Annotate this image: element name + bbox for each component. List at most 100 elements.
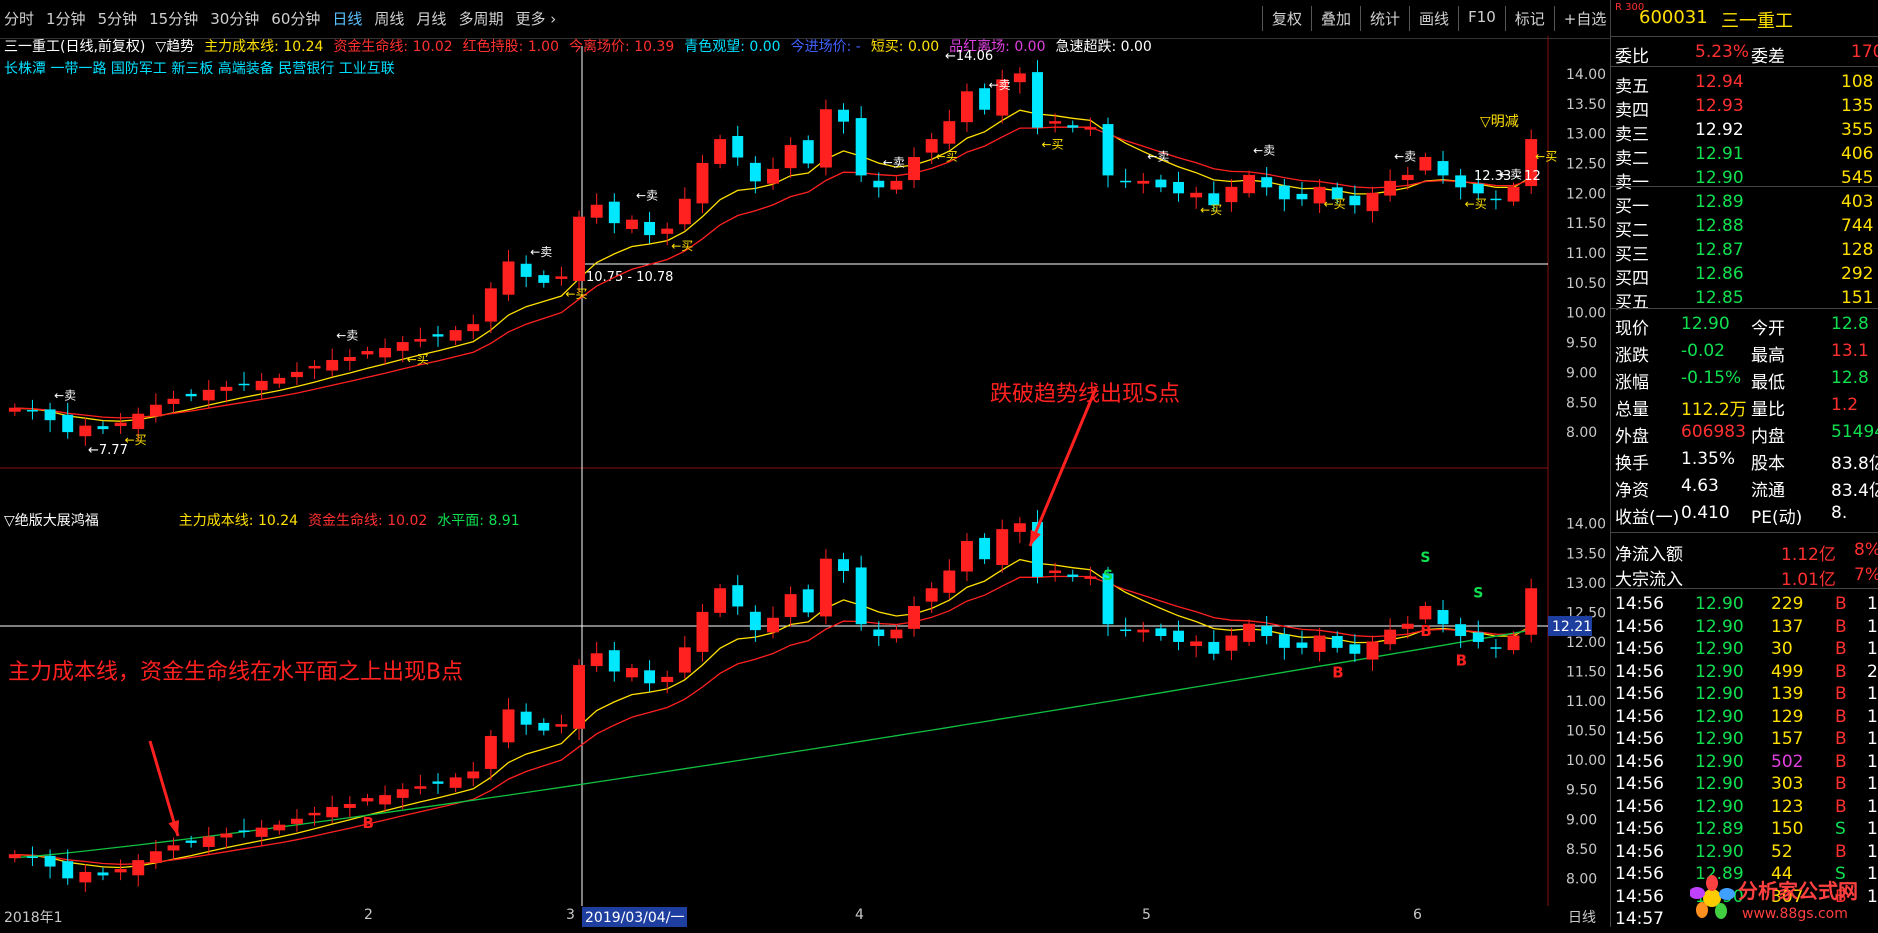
tick-count: 1 — [1867, 774, 1878, 794]
main-axis-tick: 9.00 — [1566, 365, 1597, 381]
candle-body — [149, 404, 162, 417]
tab-7[interactable]: 周线 — [374, 8, 404, 29]
sub-axis-tick: 13.50 — [1566, 546, 1606, 562]
tool-5[interactable]: 标记 — [1504, 6, 1554, 31]
tab-4[interactable]: 30分钟 — [210, 8, 259, 29]
quote-header: R 300 600031 三一重工 — [1611, 0, 1878, 37]
candle-body — [502, 709, 515, 743]
candle-body — [1401, 623, 1414, 629]
stat-value: 1.35% — [1681, 449, 1736, 469]
candle-body — [1296, 642, 1308, 648]
stat-value: 606983 — [1681, 422, 1746, 442]
stat-row: 现价 12.90 今开 12.8 — [1611, 311, 1878, 339]
stat-label: 换手 — [1615, 454, 1649, 474]
ask-price: 12.91 — [1695, 144, 1744, 164]
tick-time: 14:56 — [1615, 639, 1664, 659]
tool-1[interactable]: 叠加 — [1311, 6, 1360, 31]
arrow-b-point-head — [168, 820, 180, 836]
flow-row: 净流入额1.12亿8% — [1611, 537, 1878, 565]
candlestick-chart-area[interactable]: 14.00 13.50 13.00 12.50 12.00 11.50 11.00 10.50… — [0, 36, 1610, 906]
stat-label-2: PE(动) — [1751, 508, 1803, 528]
tick-count: 1 — [1867, 751, 1878, 772]
tick-time: 14:56 — [1615, 706, 1664, 727]
candle-body — [996, 529, 1009, 566]
tab-5[interactable]: 60分钟 — [271, 8, 320, 29]
tab-3[interactable]: 15分钟 — [149, 8, 198, 29]
quote-panel: R 300 600031 三一重工 委比 5.23% 委差 170 卖五12.9… — [1610, 0, 1878, 929]
sell-point-s: S — [1420, 550, 1430, 566]
candle-body — [855, 567, 867, 625]
tab-2[interactable]: 5分钟 — [98, 8, 138, 29]
candle-body — [1525, 588, 1538, 635]
tick-volume: 129 — [1771, 706, 1804, 727]
flow-pct: 8% — [1854, 540, 1878, 560]
tab-8[interactable]: 月线 — [416, 8, 446, 29]
candle-body — [1067, 574, 1079, 577]
stat-value-2: 83.4亿 — [1831, 481, 1878, 501]
candle-body — [343, 356, 356, 361]
stat-label: 涨跌 — [1615, 346, 1649, 366]
tab-10[interactable]: 更多 › — [515, 8, 556, 29]
sub-axis-tick: 14.00 — [1566, 517, 1606, 533]
candle-body — [520, 711, 532, 725]
candle-body — [960, 91, 973, 123]
candle-body — [1013, 523, 1026, 532]
tick-volume: 229 — [1771, 594, 1804, 614]
candle-body — [1084, 576, 1097, 579]
candle-body — [8, 854, 21, 859]
candle-body — [1173, 181, 1185, 194]
stat-row: 净资 4.63 流通 83.4亿 — [1611, 473, 1878, 501]
crosshair-label: 10.75 - 10.78 — [586, 270, 673, 285]
buy-mark: ←买 — [936, 149, 958, 163]
tool-3[interactable]: 画线 — [1409, 6, 1458, 31]
tool-6[interactable]: +自选 — [1553, 6, 1616, 31]
candle-body — [573, 665, 586, 729]
tick-volume: 30 — [1771, 639, 1793, 659]
candle-body — [555, 276, 568, 279]
candle-body — [361, 798, 374, 802]
candle-body — [573, 216, 586, 281]
tool-0[interactable]: 复权 — [1262, 6, 1311, 31]
tick-side: B — [1835, 661, 1847, 682]
main-axis-tick: 8.50 — [1566, 395, 1597, 411]
tick-side: B — [1835, 706, 1847, 727]
tick-time: 14:56 — [1615, 594, 1664, 614]
candle-body — [1049, 121, 1062, 124]
annotation-s-point: 跌破趋势线出现S点 — [990, 382, 1180, 407]
tick-time: 14:56 — [1615, 684, 1664, 704]
tab-9[interactable]: 多周期 — [458, 8, 503, 29]
tab-0[interactable]: 分时 — [4, 8, 34, 29]
tick-count: 1 — [1867, 841, 1878, 862]
buy-mark: ←买 — [671, 239, 693, 253]
ask-price: 12.92 — [1695, 120, 1744, 140]
tick-side: B — [1835, 774, 1847, 794]
tick-time: 14:56 — [1615, 841, 1664, 862]
candle-body — [26, 410, 38, 412]
candle-body — [1190, 192, 1203, 198]
candle-body — [1261, 177, 1273, 188]
candle-body — [555, 724, 568, 727]
stat-value: 0.410 — [1681, 503, 1730, 523]
tool-2[interactable]: 统计 — [1360, 6, 1409, 31]
tab-6[interactable]: 日线 — [332, 8, 362, 29]
tab-1[interactable]: 1分钟 — [46, 8, 86, 29]
date-tick-6: 6 — [1413, 907, 1422, 923]
stat-value-2: 1.2 — [1831, 395, 1859, 415]
candle-body — [1401, 174, 1414, 181]
ask-volume: 406 — [1841, 144, 1874, 164]
tick-side: B — [1835, 751, 1847, 772]
candle-body — [343, 803, 356, 808]
candle-body — [696, 162, 709, 204]
candle-body — [696, 611, 709, 652]
candle-body — [1349, 644, 1361, 654]
tool-4[interactable]: F10 — [1458, 6, 1505, 31]
candle-body — [467, 771, 480, 779]
stat-label-2: 内盘 — [1751, 427, 1785, 447]
buy-point-b: B — [1456, 652, 1467, 670]
candle-body — [8, 407, 21, 412]
candle-body — [908, 156, 921, 181]
buy-point-b: B — [362, 814, 373, 832]
buy-mark: ←买 — [407, 352, 429, 366]
sub-indicator-name[interactable]: ▽绝版大展鸿福 — [4, 510, 99, 530]
